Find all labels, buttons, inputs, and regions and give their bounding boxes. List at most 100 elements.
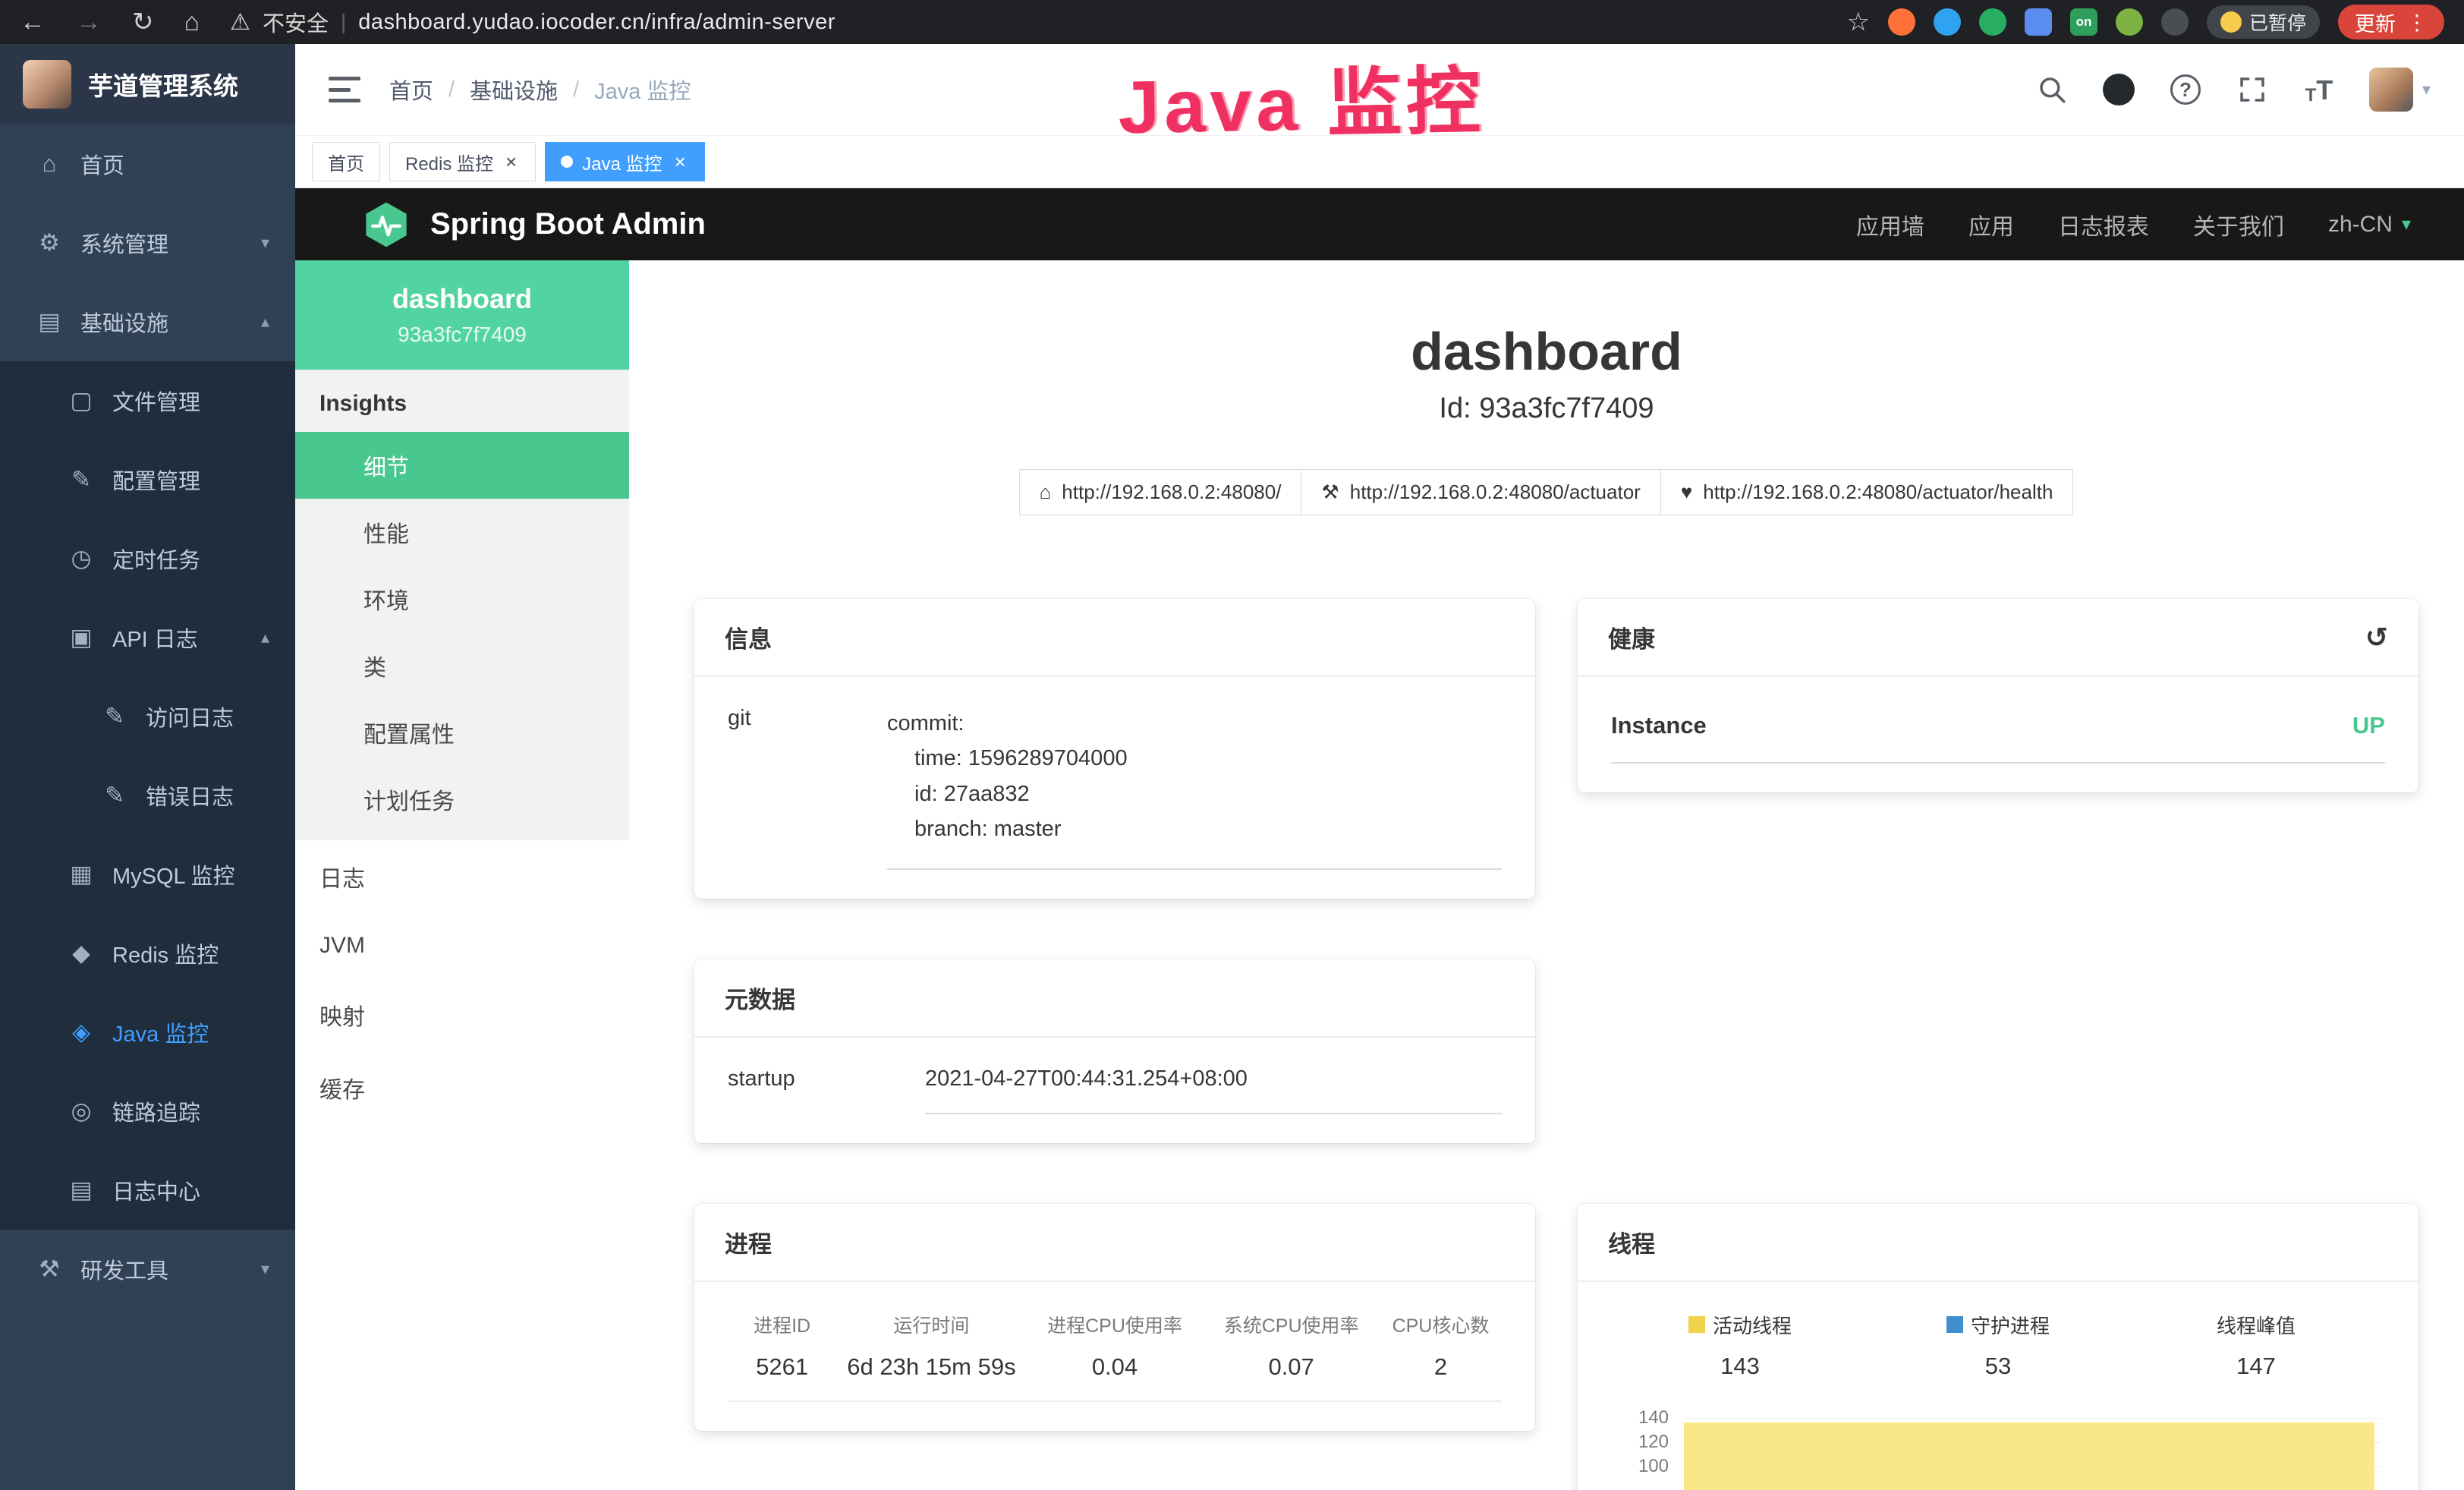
browser-toolbar: ← → ↻ ⌂ ⚠ 不安全 | dashboard.yudao.iocoder.… xyxy=(0,0,2464,44)
sba-nav-wallboard[interactable]: 应用墙 xyxy=(1856,208,1924,241)
sba-nav-journal[interactable]: 日志报表 xyxy=(2058,208,2149,241)
metadata-card-title: 元数据 xyxy=(694,959,1535,1038)
tools-icon: ⚒ xyxy=(33,1255,65,1283)
close-icon[interactable]: × xyxy=(502,152,520,172)
tab-redis-monitor[interactable]: Redis 监控 × xyxy=(389,142,536,181)
sidebar-item-label: 配置管理 xyxy=(112,464,200,496)
sidebar-item-access-log[interactable]: ✎ 访问日志 xyxy=(0,677,295,756)
sidebar-item-tracing[interactable]: ◎ 链路追踪 xyxy=(0,1072,295,1151)
sidebar-item-label: 研发工具 xyxy=(80,1253,168,1285)
instance-health-row: Instance UP xyxy=(1611,706,2385,764)
active-tab-dot xyxy=(561,156,573,168)
sba-item-jvm[interactable]: JVM xyxy=(295,913,629,978)
sidebar-item-file-manage[interactable]: ▢ 文件管理 xyxy=(0,361,295,440)
sidebar-item-log-center[interactable]: ▤ 日志中心 xyxy=(0,1151,295,1230)
trace-icon: ◎ xyxy=(65,1098,97,1125)
sba-brand[interactable]: Spring Boot Admin xyxy=(362,200,706,249)
hamburger-icon[interactable] xyxy=(329,77,360,102)
help-icon[interactable]: ? xyxy=(2169,73,2202,106)
process-col-value: 5261 xyxy=(728,1353,836,1381)
sidebar-item-mysql-monitor[interactable]: ▦ MySQL 监控 xyxy=(0,835,295,914)
address-bar[interactable]: ⚠ 不安全 | dashboard.yudao.iocoder.cn/infra… xyxy=(230,6,835,38)
locale-label: zh-CN xyxy=(2328,212,2393,238)
header-actions: ? TT ▾ xyxy=(2035,68,2431,112)
health-url-link[interactable]: ♥ http://192.168.0.2:48080/actuator/heal… xyxy=(1660,469,2074,515)
sidebar-item-config-manage[interactable]: ✎ 配置管理 xyxy=(0,440,295,519)
browser-home-icon[interactable]: ⌂ xyxy=(184,9,200,35)
spring-boot-admin-frame: Spring Boot Admin 应用墙 应用 日志报表 关于我们 zh-CN… xyxy=(295,188,2464,1490)
sba-item-logs[interactable]: 日志 xyxy=(295,840,629,913)
extension-switch-icon[interactable]: on xyxy=(2070,8,2097,36)
sba-nav-about[interactable]: 关于我们 xyxy=(2193,208,2284,241)
sba-item-mappings[interactable]: 映射 xyxy=(295,978,629,1051)
sidebar-item-label: 基础设施 xyxy=(80,306,168,338)
extension-puzzle-icon[interactable] xyxy=(2161,8,2189,36)
breadcrumb-home[interactable]: 首页 xyxy=(389,74,433,106)
sidebar-item-system[interactable]: ⚙ 系统管理 ▾ xyxy=(0,203,295,282)
extension-fox-icon[interactable] xyxy=(1888,8,1915,36)
git-info-row: git commit: time: 1596289704000 id: 27aa… xyxy=(728,706,1502,870)
close-icon[interactable]: × xyxy=(672,152,689,172)
extension-leaf-icon[interactable] xyxy=(2116,8,2143,36)
threads-card: 线程 活动线程 守护进程 xyxy=(1578,1204,2418,1490)
chart-area-fill xyxy=(1684,1422,2374,1490)
sidebar-item-label: 错误日志 xyxy=(146,780,234,811)
sba-item-details[interactable]: 细节 xyxy=(295,432,629,499)
tab-label: Redis 监控 xyxy=(405,149,493,175)
link-label: http://192.168.0.2:48080/actuator/health xyxy=(1703,480,2053,504)
reload-icon[interactable]: ↻ xyxy=(132,9,154,35)
sidebar-item-api-log[interactable]: ▣ API 日志 ▴ xyxy=(0,598,295,677)
sba-locale-select[interactable]: zh-CN ▾ xyxy=(2328,212,2411,238)
github-icon[interactable] xyxy=(2102,73,2135,106)
link-label: http://192.168.0.2:48080/actuator xyxy=(1350,480,1641,504)
log-center-icon: ▤ xyxy=(65,1177,97,1204)
sba-item-environment[interactable]: 环境 xyxy=(295,565,629,632)
user-menu[interactable]: ▾ xyxy=(2369,68,2431,112)
cards-grid: 信息 git commit: time: 1596289704000 id: 2… xyxy=(629,599,2464,1490)
extension-drop-icon[interactable] xyxy=(1934,8,1961,36)
sba-item-caches[interactable]: 缓存 xyxy=(295,1051,629,1124)
tab-java-monitor[interactable]: Java 监控 × xyxy=(545,142,705,181)
search-icon[interactable] xyxy=(2035,73,2069,106)
sidebar-item-label: 定时任务 xyxy=(112,543,200,575)
metadata-card: 元数据 startup 2021-04-27T00:44:31.254+08:0… xyxy=(694,959,1535,1143)
sidebar-item-home[interactable]: ⌂ 首页 xyxy=(0,124,295,203)
app-logo[interactable]: 芋道管理系统 xyxy=(0,44,295,124)
font-size-icon[interactable]: TT xyxy=(2302,73,2336,106)
sidebar-item-error-log[interactable]: ✎ 错误日志 xyxy=(0,756,295,835)
back-icon[interactable]: ← xyxy=(20,9,46,35)
sidebar-item-infra[interactable]: ▤ 基础设施 ▴ xyxy=(0,282,295,361)
instance-header[interactable]: dashboard 93a3fc7f7409 xyxy=(295,260,629,370)
sidebar-item-redis-monitor[interactable]: ◆ Redis 监控 xyxy=(0,914,295,993)
sba-item-metrics[interactable]: 性能 xyxy=(295,499,629,565)
insights-group: Insights 细节 性能 环境 类 配置属性 计划任务 xyxy=(295,370,629,840)
kebab-menu-icon[interactable]: ⋮ xyxy=(2406,10,2428,35)
sba-item-config-props[interactable]: 配置属性 xyxy=(295,699,629,766)
extension-green-icon[interactable] xyxy=(1979,8,2006,36)
sba-item-scheduled-tasks[interactable]: 计划任务 xyxy=(295,766,629,833)
paused-badge[interactable]: 已暂停 xyxy=(2207,5,2320,39)
sba-sidebar: dashboard 93a3fc7f7409 Insights 细节 性能 环境… xyxy=(295,260,629,1490)
java-icon: ◈ xyxy=(65,1019,97,1046)
extension-grid-icon[interactable] xyxy=(2025,8,2052,36)
history-icon[interactable]: ↺ xyxy=(2365,624,2388,651)
wrench-icon: ⚒ xyxy=(1321,480,1339,504)
process-card: 进程 进程ID 运行时间 进程CPU使用率 系统CPU使用率 CPU核心数 52… xyxy=(694,1204,1535,1431)
sidebar-item-dev-tools[interactable]: ⚒ 研发工具 ▾ xyxy=(0,1230,295,1309)
user-avatar xyxy=(2369,68,2413,112)
breadcrumb-infra[interactable]: 基础设施 xyxy=(470,74,558,106)
fullscreen-icon[interactable] xyxy=(2236,73,2269,106)
daemon-threads-value: 53 xyxy=(1869,1353,2127,1380)
bookmark-star-icon[interactable]: ☆ xyxy=(1847,9,1870,35)
service-url-link[interactable]: ⌂ http://192.168.0.2:48080/ xyxy=(1019,469,1302,515)
startup-value: 2021-04-27T00:44:31.254+08:00 xyxy=(925,1066,1502,1114)
tab-home[interactable]: 首页 xyxy=(312,142,380,181)
forward-icon[interactable]: → xyxy=(76,9,102,35)
sba-item-classes[interactable]: 类 xyxy=(295,632,629,699)
process-col-header: 运行时间 xyxy=(836,1311,1027,1338)
update-button[interactable]: 更新 ⋮ xyxy=(2338,5,2444,39)
actuator-url-link[interactable]: ⚒ http://192.168.0.2:48080/actuator xyxy=(1301,469,1660,515)
sidebar-item-scheduled-jobs[interactable]: ◷ 定时任务 xyxy=(0,519,295,598)
sba-nav-applications[interactable]: 应用 xyxy=(1968,208,2014,241)
sidebar-item-java-monitor[interactable]: ◈ Java 监控 xyxy=(0,993,295,1072)
